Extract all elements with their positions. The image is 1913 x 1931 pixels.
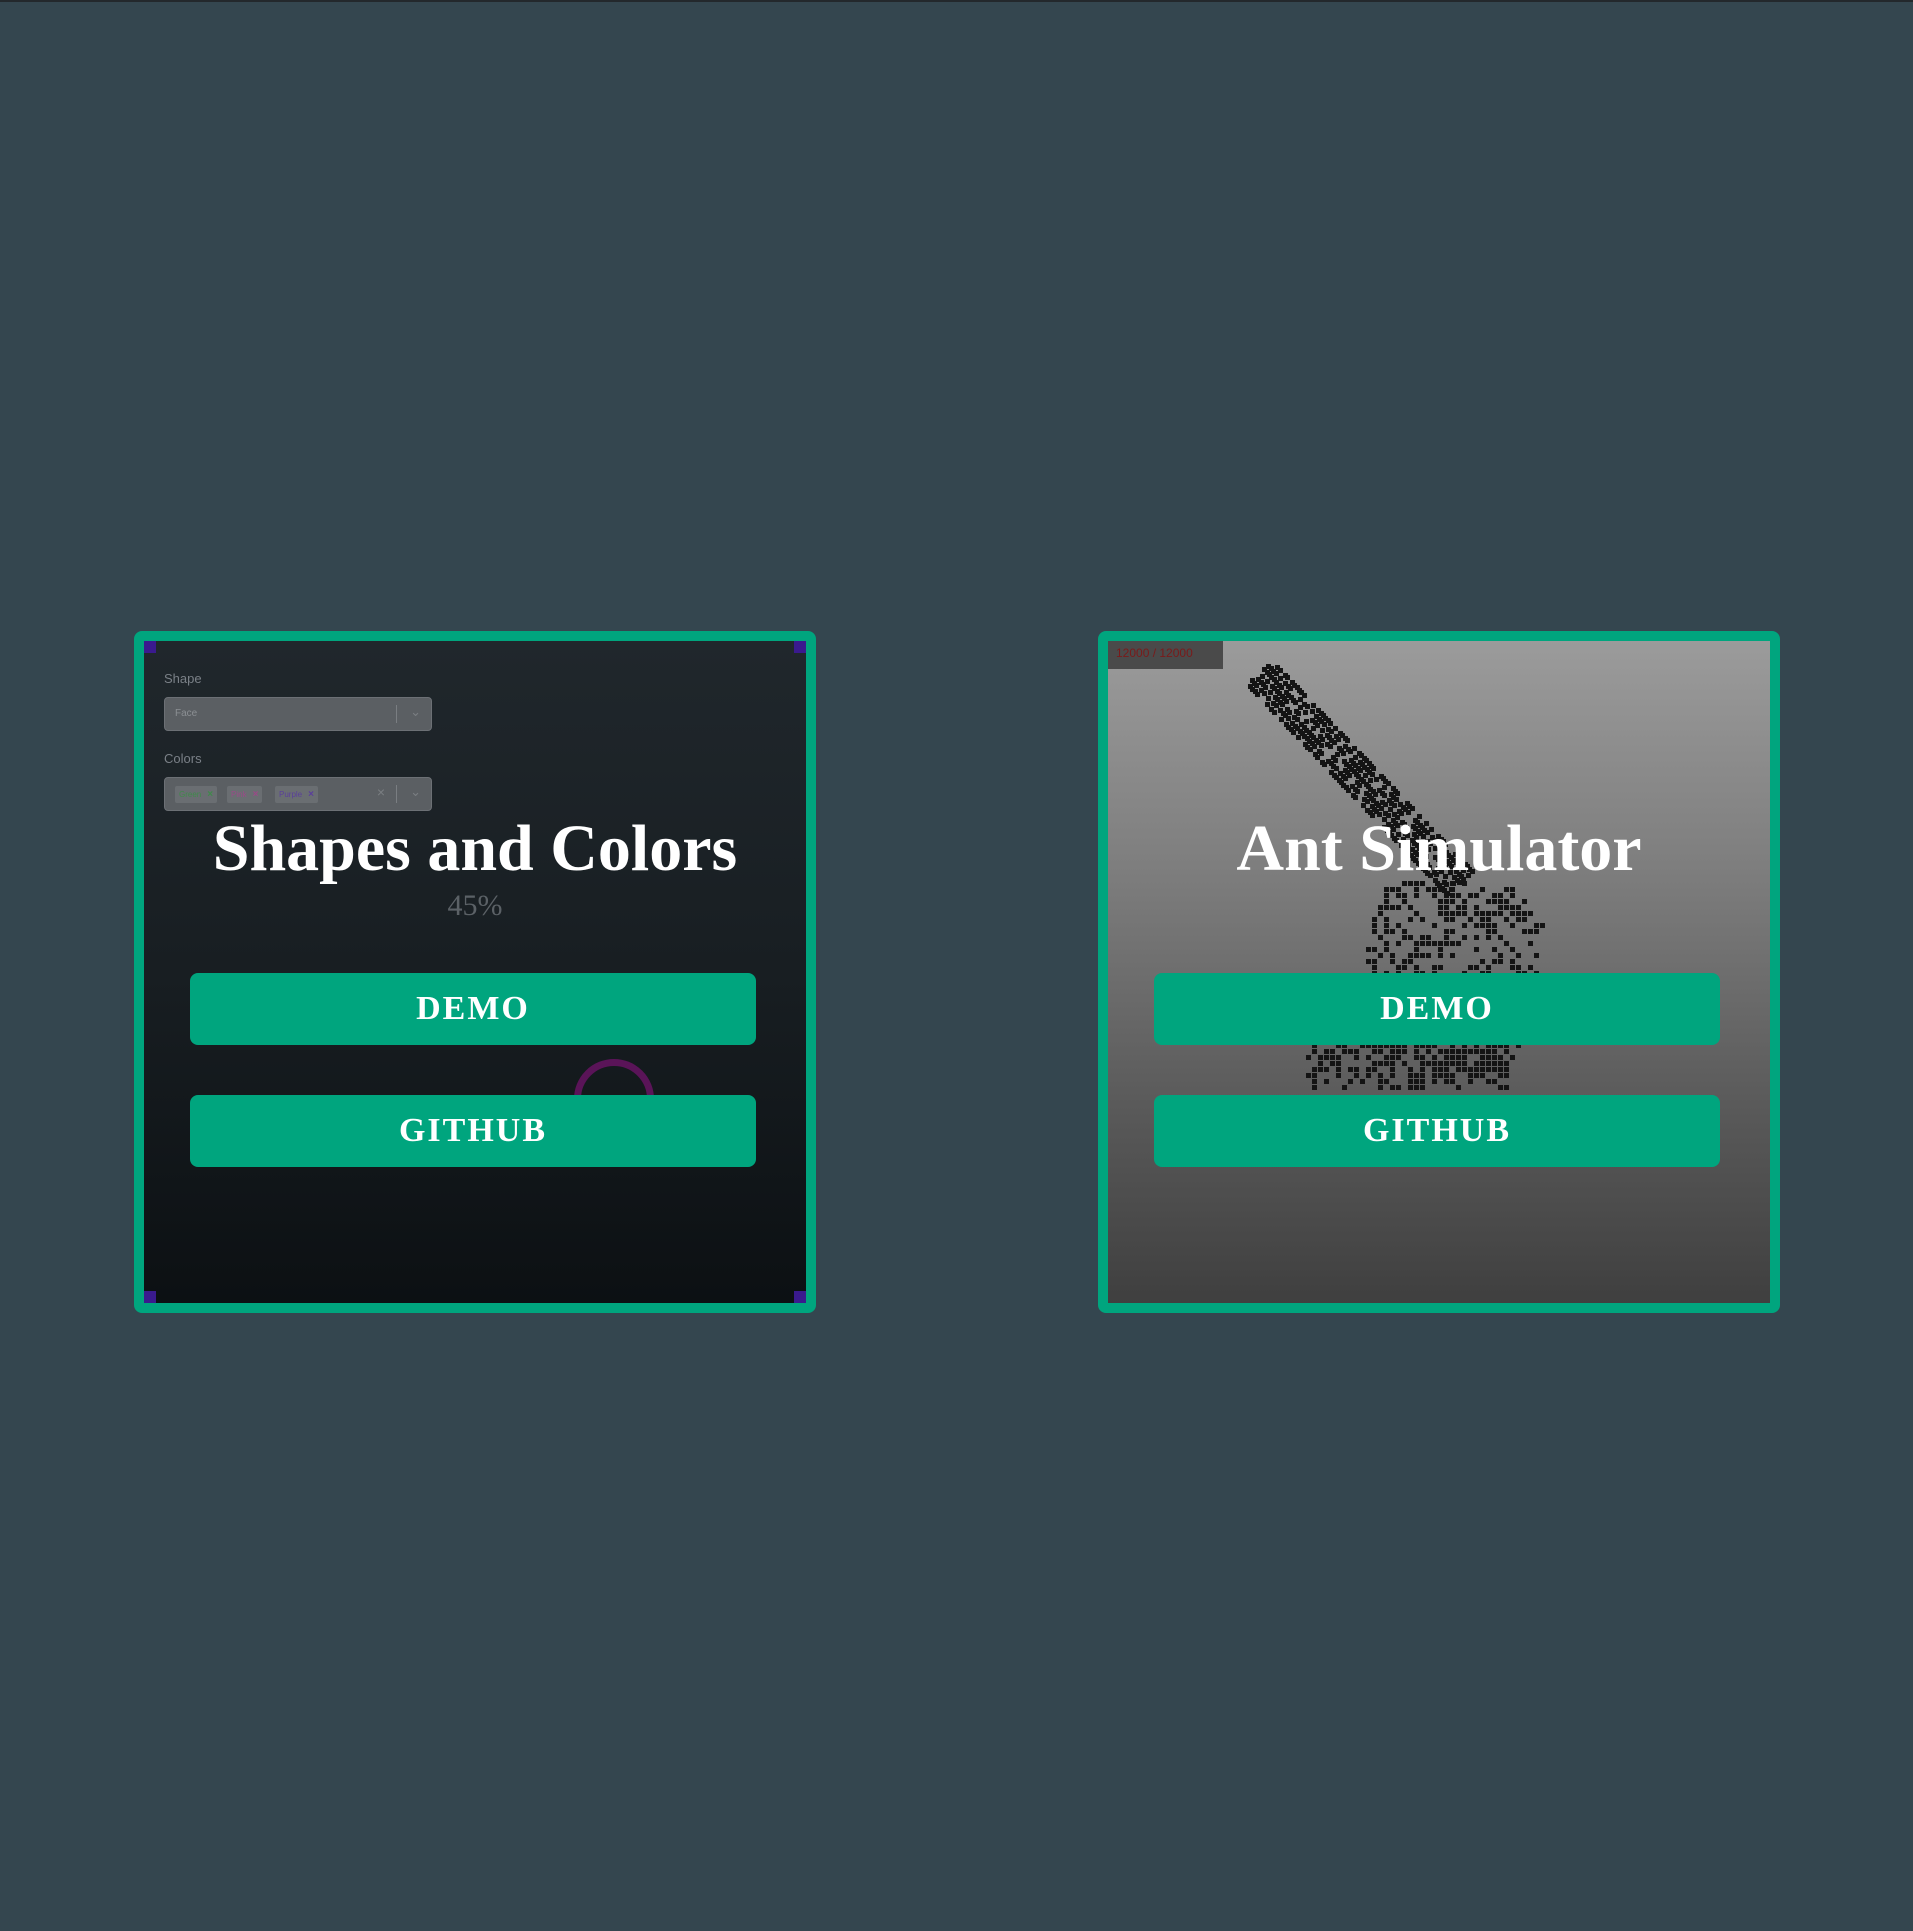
preview-shape-select: Face ⌄ — [164, 697, 432, 731]
preview-shape-value: Face — [175, 708, 198, 719]
corner-marker — [144, 641, 156, 653]
window-top-border — [0, 0, 1913, 2]
demo-button[interactable]: DEMO — [1154, 973, 1720, 1045]
corner-marker — [794, 1291, 806, 1303]
project-card-ant-simulator: 12000 / 12000 Ant Simulator DEMO GITHUB — [1098, 631, 1780, 1313]
preview-colors-label: Colors — [164, 751, 202, 766]
remove-icon: × — [207, 789, 214, 800]
preview-color-chip: Purple × — [275, 786, 318, 803]
select-separator — [396, 785, 397, 803]
preview-color-chip: Pink × — [227, 786, 263, 803]
github-button[interactable]: GITHUB — [190, 1095, 756, 1167]
project-card-shapes-and-colors: Shape Face ⌄ Colors Green × Pink × Purple ×… — [134, 631, 816, 1313]
preview-color-chip: Green × — [175, 786, 218, 803]
remove-icon: × — [308, 789, 314, 800]
project-title: Shapes and Colors — [212, 812, 738, 885]
clear-icon: × — [376, 784, 385, 800]
preview-percent: 45% — [447, 889, 503, 922]
project-preview-image: 12000 / 12000 — [1108, 641, 1770, 1303]
project-preview-image: Shape Face ⌄ Colors Green × Pink × Purple ×… — [144, 641, 806, 1303]
chevron-down-icon: ⌄ — [410, 784, 421, 799]
demo-button[interactable]: DEMO — [190, 973, 756, 1045]
chevron-down-icon: ⌄ — [410, 704, 421, 719]
select-separator — [396, 705, 397, 723]
ant-trail-pattern — [1248, 664, 1545, 1090]
remove-icon: × — [252, 789, 259, 800]
corner-marker — [794, 641, 806, 653]
preview-colors-select: Green × Pink × Purple × × ⌄ — [164, 777, 432, 811]
project-title: Ant Simulator — [1236, 812, 1642, 885]
preview-shape-label: Shape — [164, 671, 202, 686]
corner-marker — [144, 1291, 156, 1303]
github-button[interactable]: GITHUB — [1154, 1095, 1720, 1167]
